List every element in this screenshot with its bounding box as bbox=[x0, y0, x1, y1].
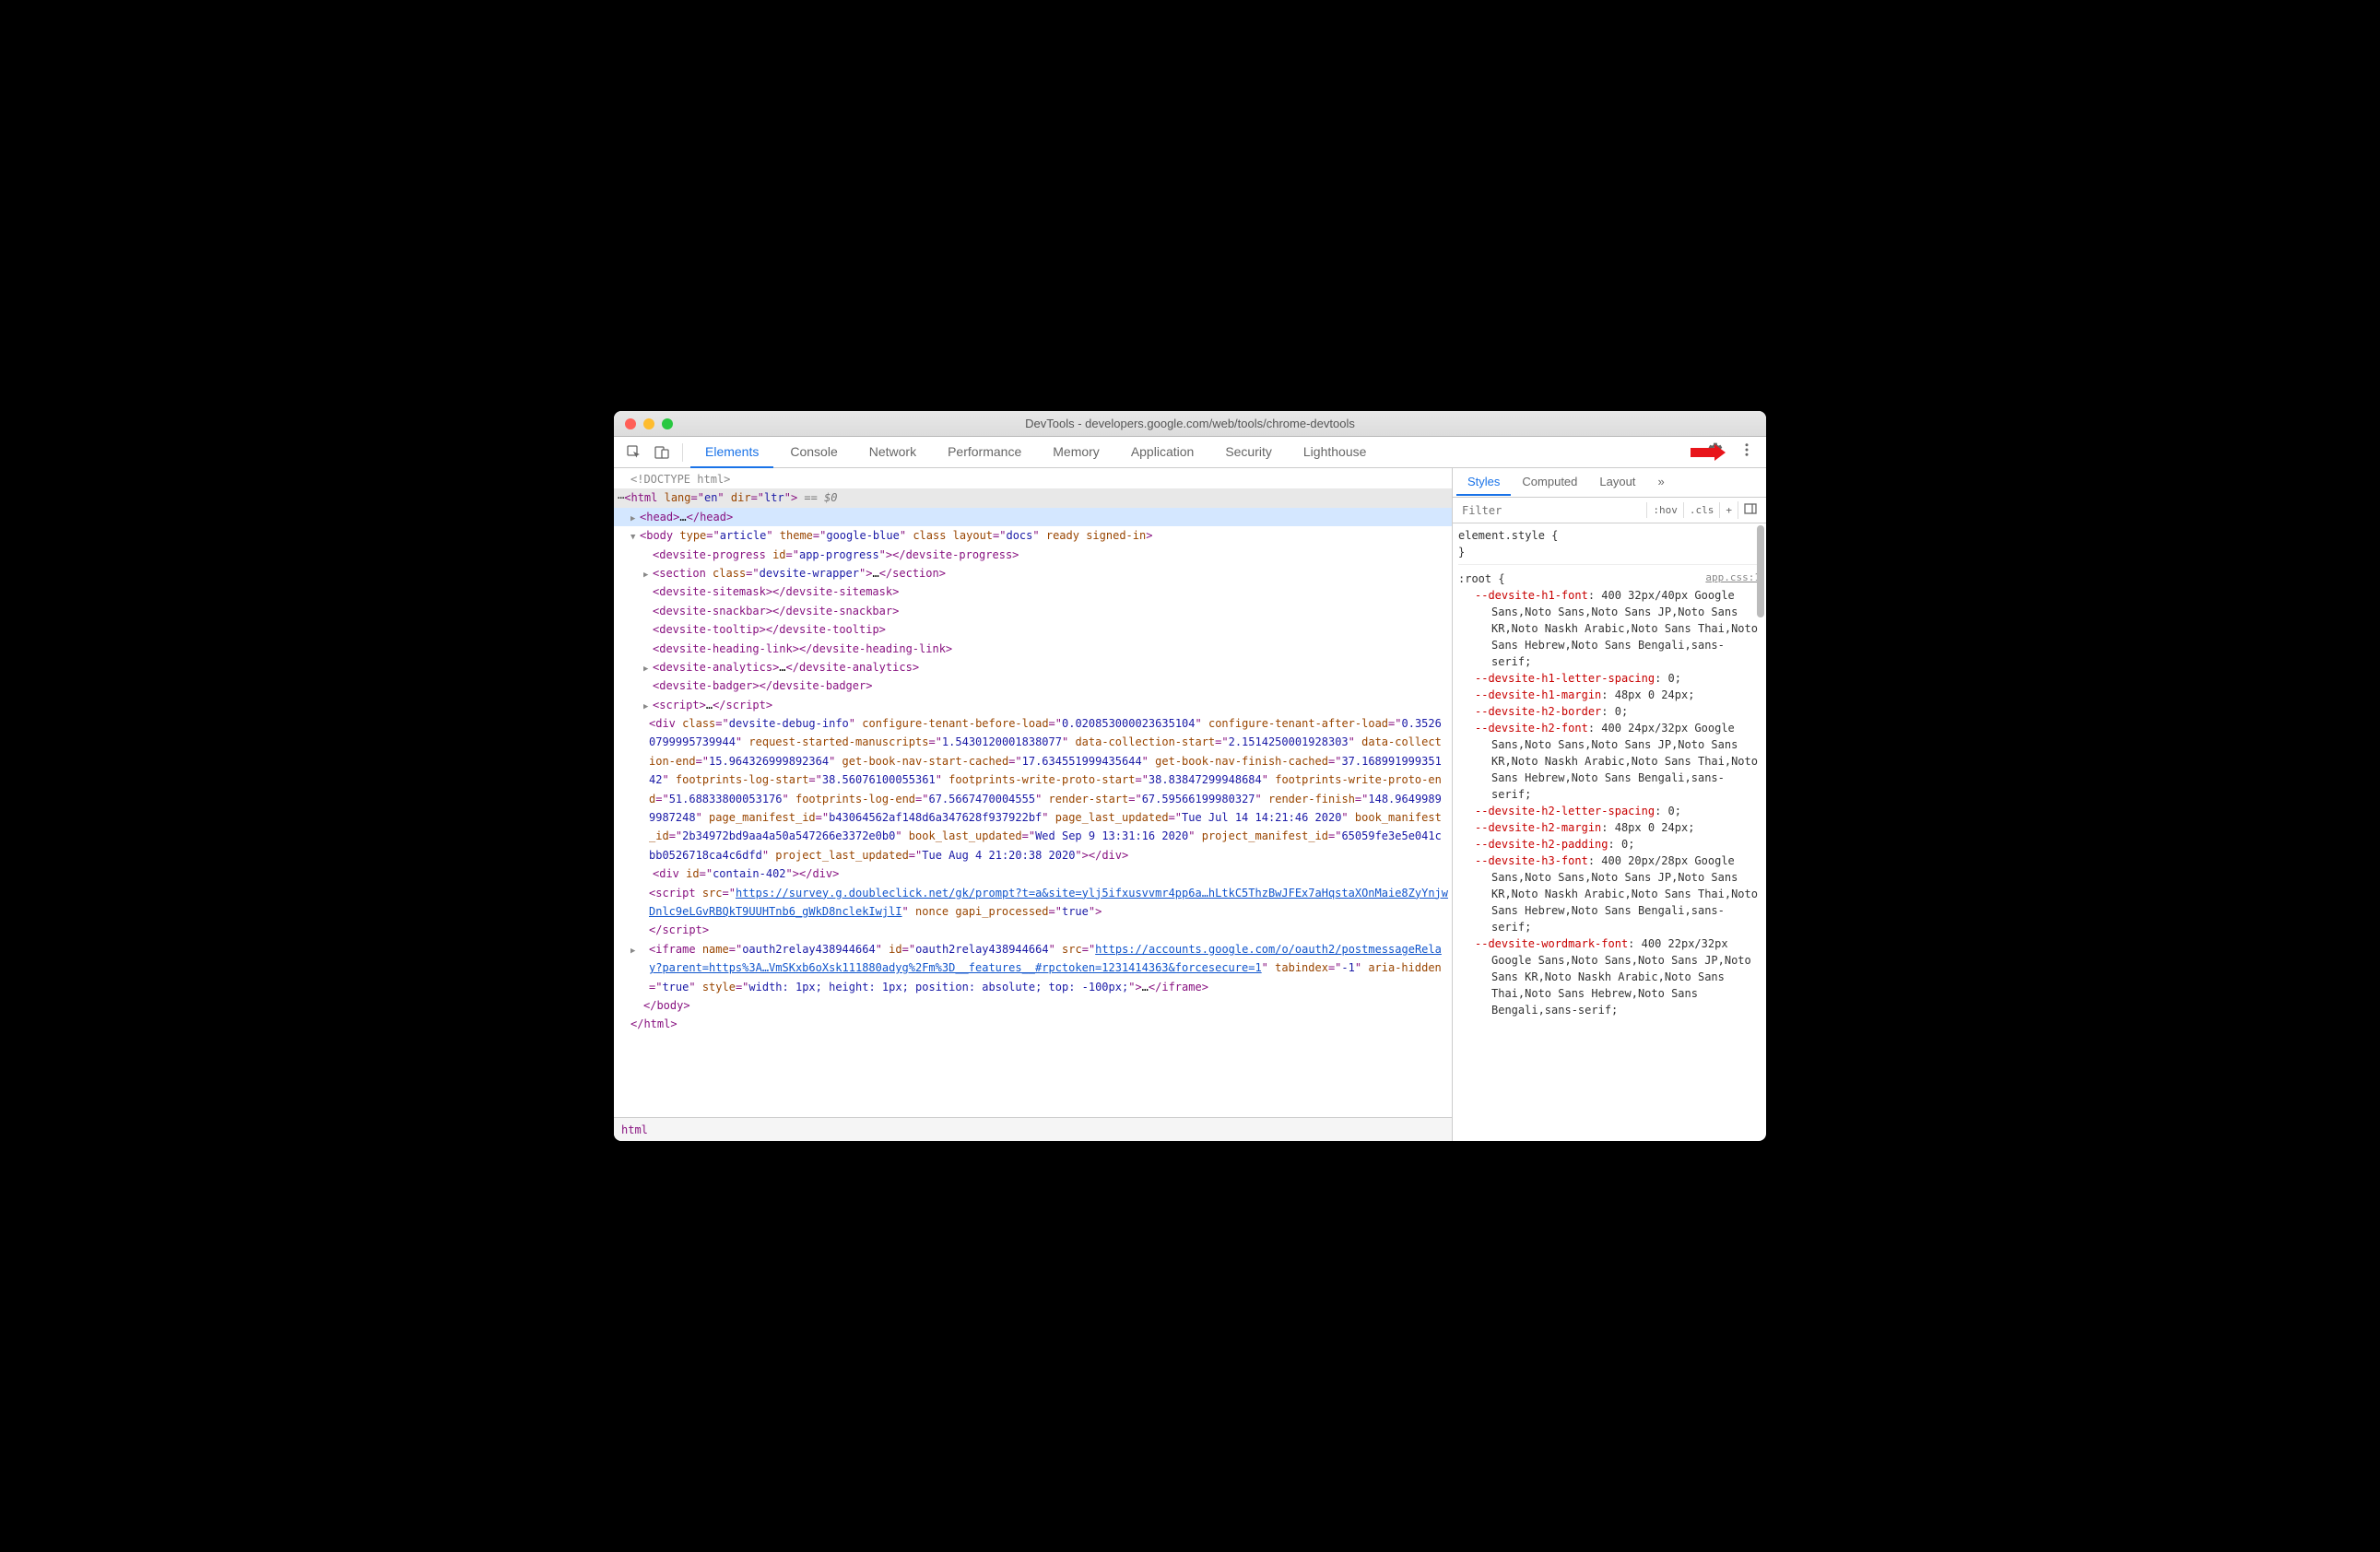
dom-sitemask[interactable]: <devsite-sitemask></devsite-sitemask> bbox=[614, 582, 1452, 601]
styles-tab-more-icon[interactable]: » bbox=[1646, 469, 1675, 496]
tab-performance[interactable]: Performance bbox=[933, 437, 1036, 468]
close-window-button[interactable] bbox=[625, 418, 636, 429]
tab-elements[interactable]: Elements bbox=[690, 437, 773, 468]
css-property[interactable]: --devsite-h2-font: 400 24px/32px Google … bbox=[1475, 720, 1761, 803]
new-rule-icon[interactable]: + bbox=[1719, 502, 1738, 518]
css-property[interactable]: --devsite-h2-letter-spacing: 0; bbox=[1475, 803, 1761, 819]
css-property[interactable]: --devsite-h2-border: 0; bbox=[1475, 703, 1761, 720]
styles-filter-input[interactable] bbox=[1456, 500, 1646, 521]
dom-script1[interactable]: ▶<script>…</script> bbox=[614, 696, 1452, 714]
dom-contain-div[interactable]: <div id="contain-402"></div> bbox=[614, 864, 1452, 883]
panel-tabs: Elements Console Network Performance Mem… bbox=[690, 437, 1702, 468]
dom-script-survey[interactable]: <script src="https://survey.g.doubleclic… bbox=[614, 884, 1452, 940]
window-title: DevTools - developers.google.com/web/too… bbox=[614, 417, 1766, 430]
dom-analytics[interactable]: ▶<devsite-analytics>…</devsite-analytics… bbox=[614, 658, 1452, 676]
tab-network[interactable]: Network bbox=[854, 437, 931, 468]
tab-lighthouse[interactable]: Lighthouse bbox=[1289, 437, 1382, 468]
dom-doctype[interactable]: <!DOCTYPE html> bbox=[614, 470, 1452, 488]
dom-iframe[interactable]: ▶<iframe name="oauth2relay438944664" id=… bbox=[614, 940, 1452, 996]
tab-memory[interactable]: Memory bbox=[1038, 437, 1114, 468]
css-property[interactable]: --devsite-h2-margin: 48px 0 24px; bbox=[1475, 819, 1761, 836]
more-menu-icon[interactable] bbox=[1735, 438, 1759, 466]
breadcrumb-item[interactable]: html bbox=[621, 1123, 648, 1136]
main-toolbar: Elements Console Network Performance Mem… bbox=[614, 437, 1766, 468]
dom-html-element[interactable]: ⋯<html lang="en" dir="ltr"> == $0 bbox=[614, 488, 1452, 507]
css-property[interactable]: --devsite-h3-font: 400 20px/28px Google … bbox=[1475, 852, 1761, 935]
css-property[interactable]: --devsite-h2-padding: 0; bbox=[1475, 836, 1761, 852]
minimize-window-button[interactable] bbox=[643, 418, 654, 429]
dom-debug-div[interactable]: <div class="devsite-debug-info" configur… bbox=[614, 714, 1452, 864]
maximize-window-button[interactable] bbox=[662, 418, 673, 429]
dom-badger[interactable]: <devsite-badger></devsite-badger> bbox=[614, 676, 1452, 695]
dom-snackbar[interactable]: <devsite-snackbar></devsite-snackbar> bbox=[614, 602, 1452, 620]
tab-console[interactable]: Console bbox=[775, 437, 852, 468]
dom-body-close[interactable]: </body> bbox=[614, 996, 1452, 1015]
dom-tooltip[interactable]: <devsite-tooltip></devsite-tooltip> bbox=[614, 620, 1452, 639]
tab-security[interactable]: Security bbox=[1210, 437, 1287, 468]
css-property[interactable]: --devsite-h1-font: 400 32px/40px Google … bbox=[1475, 587, 1761, 670]
css-property[interactable]: --devsite-h1-margin: 48px 0 24px; bbox=[1475, 687, 1761, 703]
main-panels: <!DOCTYPE html> ⋯<html lang="en" dir="lt… bbox=[614, 468, 1766, 1141]
source-link[interactable]: app.css:1 bbox=[1705, 570, 1761, 586]
dom-heading-link[interactable]: <devsite-heading-link></devsite-heading-… bbox=[614, 640, 1452, 658]
styles-panel: Styles Computed Layout » :hov .cls + ele… bbox=[1453, 468, 1766, 1141]
element-style-rule[interactable]: element.style { } bbox=[1458, 527, 1761, 565]
dom-html-close[interactable]: </html> bbox=[614, 1015, 1452, 1033]
inspect-element-icon[interactable] bbox=[621, 440, 647, 465]
styles-rules[interactable]: element.style { } app.css:1:root { --dev… bbox=[1453, 523, 1766, 1141]
annotation-arrow bbox=[1691, 439, 1726, 471]
devtools-window: DevTools - developers.google.com/web/too… bbox=[614, 411, 1766, 1141]
scrollbar[interactable] bbox=[1757, 525, 1764, 617]
root-rule[interactable]: app.css:1:root { --devsite-h1-font: 400 … bbox=[1458, 570, 1761, 1022]
dom-head-element[interactable]: ▶<head>…</head> bbox=[614, 508, 1452, 526]
breadcrumb-bar[interactable]: html bbox=[614, 1117, 1452, 1141]
styles-tab-layout[interactable]: Layout bbox=[1588, 469, 1646, 496]
elements-panel: <!DOCTYPE html> ⋯<html lang="en" dir="lt… bbox=[614, 468, 1453, 1141]
cls-toggle[interactable]: .cls bbox=[1683, 502, 1720, 518]
dom-section[interactable]: ▶<section class="devsite-wrapper">…</sec… bbox=[614, 564, 1452, 582]
styles-toolbar: :hov .cls + bbox=[1453, 498, 1766, 523]
traffic-lights bbox=[614, 418, 673, 429]
dom-body-element[interactable]: ▼<body type="article" theme="google-blue… bbox=[614, 526, 1452, 545]
dom-tree[interactable]: <!DOCTYPE html> ⋯<html lang="en" dir="lt… bbox=[614, 468, 1452, 1117]
dom-progress[interactable]: <devsite-progress id="app-progress"></de… bbox=[614, 546, 1452, 564]
styles-tab-computed[interactable]: Computed bbox=[1511, 469, 1588, 496]
tab-application[interactable]: Application bbox=[1116, 437, 1209, 468]
styles-tabs: Styles Computed Layout » bbox=[1453, 468, 1766, 498]
css-property[interactable]: --devsite-h1-letter-spacing: 0; bbox=[1475, 670, 1761, 687]
styles-tab-styles[interactable]: Styles bbox=[1456, 469, 1511, 496]
hov-toggle[interactable]: :hov bbox=[1646, 502, 1683, 518]
css-property[interactable]: --devsite-wordmark-font: 400 22px/32px G… bbox=[1475, 935, 1761, 1018]
toggle-sidebar-icon[interactable] bbox=[1738, 501, 1762, 519]
titlebar: DevTools - developers.google.com/web/too… bbox=[614, 411, 1766, 437]
device-toolbar-icon[interactable] bbox=[649, 440, 675, 465]
